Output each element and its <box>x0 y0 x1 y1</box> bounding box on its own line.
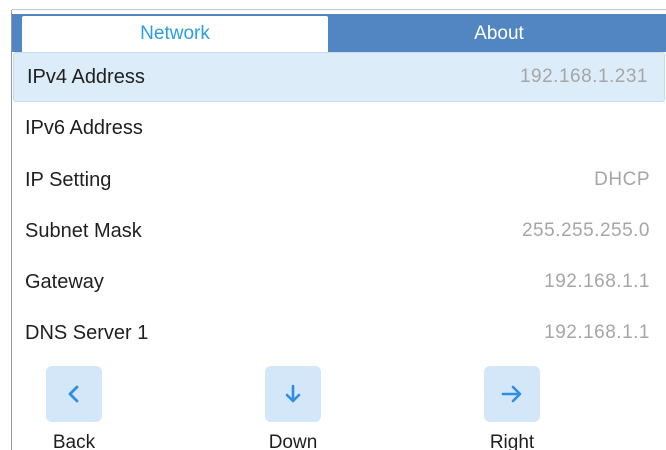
arrow-down-icon <box>285 384 301 403</box>
back-button[interactable] <box>46 366 102 422</box>
back-label: Back <box>52 432 96 450</box>
arrow-right-icon <box>501 385 522 403</box>
right-button[interactable] <box>484 366 540 422</box>
row-label: IPv6 Address <box>25 116 143 139</box>
row-value: 192.168.1.231 <box>519 66 648 87</box>
down-label: Down <box>268 432 318 450</box>
row-label: IP Setting <box>25 168 112 191</box>
row-value: DHCP <box>594 169 650 190</box>
row-value: 192.168.1.1 <box>544 271 650 292</box>
tab-about[interactable]: About <box>342 16 656 52</box>
row-label: Subnet Mask <box>25 219 142 242</box>
row-ipv6-address[interactable]: IPv6 Address <box>12 103 666 153</box>
chevron-left-icon <box>68 385 79 403</box>
row-value: 192.168.1.1 <box>544 322 650 343</box>
tab-bar: Network About <box>12 14 666 52</box>
row-label: Gateway <box>25 270 104 293</box>
row-ip-setting[interactable]: IP Setting DHCP <box>12 155 666 205</box>
row-value: 255.255.255.0 <box>521 220 650 241</box>
right-label: Right <box>489 432 535 450</box>
row-gateway[interactable]: Gateway 192.168.1.1 <box>12 257 666 307</box>
row-dns-server-1[interactable]: DNS Server 1 192.168.1.1 <box>12 308 666 358</box>
row-label: DNS Server 1 <box>25 321 149 344</box>
row-subnet-mask[interactable]: Subnet Mask 255.255.255.0 <box>12 206 666 256</box>
down-button[interactable] <box>265 366 321 422</box>
settings-window: Network About IPv4 Address 192.168.1.231… <box>12 10 666 450</box>
row-label: IPv4 Address <box>27 65 145 88</box>
tab-network[interactable]: Network <box>22 16 328 52</box>
row-ipv4-address[interactable]: IPv4 Address 192.168.1.231 <box>13 52 665 102</box>
